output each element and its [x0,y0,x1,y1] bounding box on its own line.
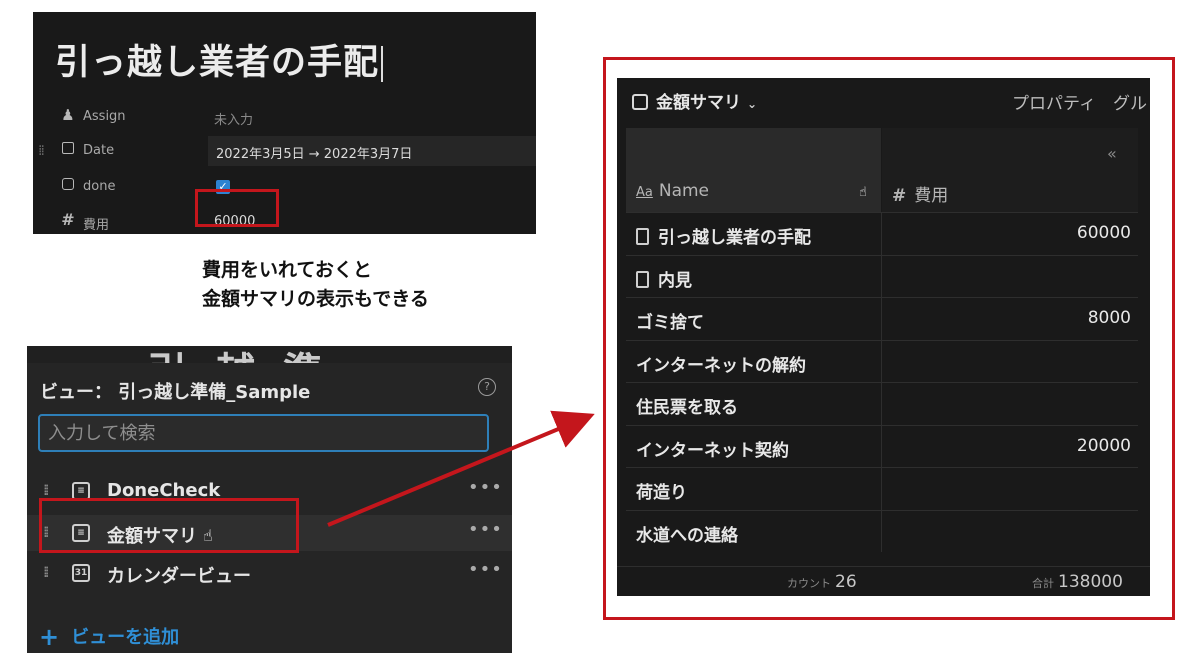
row-name: 引っ越し業者の手配 [658,228,811,248]
text-cursor [381,46,384,82]
calendar-icon [60,141,76,157]
property-name: Assign [83,109,126,124]
table-row[interactable]: 住民票を取る [626,382,1138,425]
row-cost: 20000 [1076,435,1131,456]
property-value[interactable]: 未入力 [214,109,253,128]
highlight-box-cost [195,189,279,227]
column-label: Name [658,181,710,201]
row-cost: 60000 [1076,223,1131,243]
pointer-cursor-icon: ☝ [859,185,867,200]
page-icon [636,228,649,245]
row-name: 内見 [658,270,692,291]
table-footer: カウント 26 合計 138000 [617,566,1150,596]
view-item-calendar[interactable]: ⁞⁞ 31 カレンダービュー ••• [27,555,512,591]
list-view-icon [632,94,648,110]
view-search-input[interactable] [40,416,487,450]
table-row[interactable]: 荷造り [626,467,1138,510]
view-item-label: カレンダービュー [107,566,251,587]
sum-value: 138000 [1058,572,1123,592]
add-view-button[interactable]: + ビューを追加 [39,623,179,651]
sum-summary[interactable]: 合計 138000 [1032,572,1123,592]
add-view-label: ビューを追加 [71,627,180,648]
more-icon[interactable]: ••• [468,477,503,498]
number-icon: # [892,186,907,206]
help-icon[interactable]: ? [478,378,496,396]
drag-handle-icon[interactable]: ⁞⁞ [43,481,49,499]
property-name: 費用 [83,218,110,233]
row-name: インターネット契約 [636,440,789,461]
page-title-text: 引っ越し業者の手配 [55,43,380,83]
column-label: 費用 [914,186,949,206]
chevron-down-icon: ⌄ [747,97,758,111]
table-row[interactable]: 内見 [626,254,1138,297]
property-name: done [83,179,116,194]
row-name: 水道への連絡 [636,525,738,546]
table-row[interactable]: 水道への連絡 [626,509,1138,552]
annotation-caption: 費用をいれておくと 金額サマリの表示もできる [202,256,429,314]
text-type-icon: Aa [636,185,653,200]
table-row[interactable]: ゴミ捨て 8000 [626,297,1138,340]
row-name: ゴミ捨て [636,313,704,333]
sum-label: 合計 [1032,577,1054,590]
view-switcher[interactable]: 金額サマリ ⌄ [632,88,757,113]
pointer-cursor-icon: ☝ [203,526,213,545]
count-summary[interactable]: カウント 26 [787,572,857,592]
more-icon[interactable]: ••• [468,559,503,580]
row-name: 荷造り [636,483,687,503]
column-header-cost[interactable]: « # 費用 [882,128,1138,212]
caption-line-2: 金額サマリの表示もできる [202,288,429,310]
summary-table-panel: 金額サマリ ⌄ プロパティ グル Aa Name ☝ « # 費用 引っ越し業者の手配… [617,78,1150,596]
table-row[interactable]: インターネットの解約 [626,339,1138,382]
count-label: カウント [787,577,831,590]
column-header-name[interactable]: Aa Name ☝ [626,128,881,212]
table-toolbar: 金額サマリ ⌄ プロパティ グル [617,78,1150,126]
plus-icon: + [39,623,60,651]
people-icon: ♟ [61,106,75,124]
property-row-date[interactable]: ⁞⁞ Date 2022年3月5日 → 2022年3月7日 [33,134,536,168]
property-row-assign[interactable]: ♟ Assign 未入力 [33,100,536,134]
property-row-done[interactable]: done ✓ [33,170,536,204]
property-value[interactable]: 2022年3月5日 → 2022年3月7日 [216,143,412,162]
property-row-cost[interactable]: # 費用 60000 [33,205,536,234]
view-search-box[interactable] [38,414,489,452]
caption-line-1: 費用をいれておくと [202,259,372,281]
table-body: 引っ越し業者の手配 60000 内見 ゴミ捨て 8000 インターネットの解約 住民… [626,212,1138,552]
table-row[interactable]: インターネット契約 20000 [626,424,1138,467]
page-title[interactable]: 引っ越し業者の手配 [55,34,384,85]
row-name: インターネットの解約 [636,355,806,376]
page-icon [636,270,649,288]
calendar-view-icon: 31 [72,564,90,582]
table-row[interactable]: 引っ越し業者の手配 60000 [626,212,1138,255]
checkbox-icon [60,177,76,193]
count-value: 26 [835,572,857,592]
more-icon[interactable]: ••• [468,519,503,540]
page-properties-panel: 引っ越し業者の手配 ♟ Assign 未入力 ⁞⁞ Date 2022年3月5日… [33,12,536,234]
highlight-box-view [39,498,299,553]
view-name: 金額サマリ [656,93,741,113]
toolbar-properties-group[interactable]: プロパティ グル [1012,89,1147,114]
drag-handle-icon[interactable]: ⁞⁞ [38,143,45,159]
views-menu-title: ビュー： 引っ越し準備_Sample [40,382,311,403]
row-name: 住民票を取る [636,398,738,418]
number-icon: # [61,210,75,229]
collapse-icon[interactable]: « [1107,144,1117,163]
property-name: Date [83,143,115,158]
row-cost: 8000 [1087,308,1131,328]
drag-handle-icon[interactable]: ⁞⁞ [43,563,49,581]
